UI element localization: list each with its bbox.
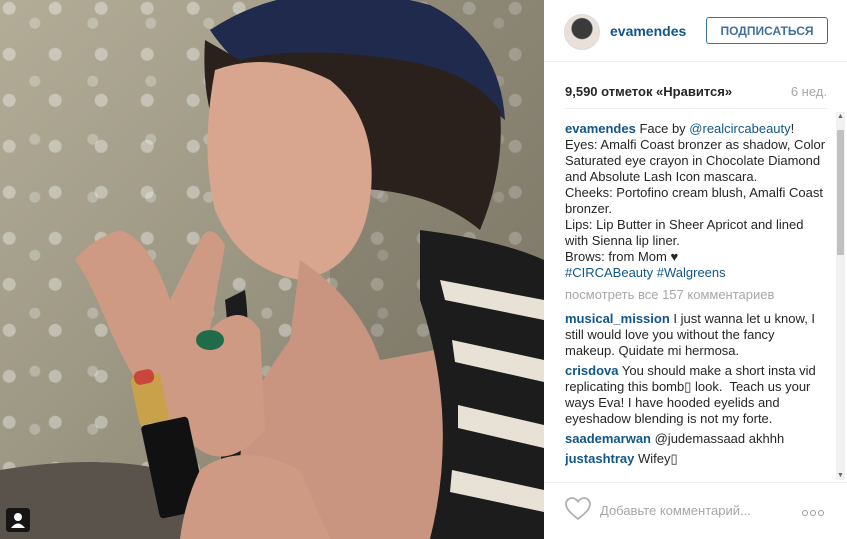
caption-body: ! Eyes: Amalfi Coast bronzer as shadow, … bbox=[565, 121, 826, 264]
likes-count[interactable]: 9,590 отметок «Нравится» bbox=[565, 84, 732, 99]
comments-scrollbar[interactable]: ▲ ▼ bbox=[836, 112, 845, 480]
user-tag-icon[interactable] bbox=[6, 508, 30, 532]
caption: evamendes Face by @realcircabeauty! Eyes… bbox=[565, 121, 827, 281]
post-header: evamendes ПОДПИСАТЬСЯ bbox=[544, 0, 847, 62]
comment-username[interactable]: saademarwan bbox=[565, 431, 651, 446]
heart-icon[interactable] bbox=[565, 497, 591, 521]
view-all-comments-link[interactable]: посмотреть все 157 комментариев bbox=[565, 287, 827, 303]
caption-username[interactable]: evamendes bbox=[565, 121, 636, 136]
follow-button[interactable]: ПОДПИСАТЬСЯ bbox=[706, 17, 828, 44]
avatar[interactable] bbox=[564, 14, 600, 50]
comment-text: @judemassaad akhhh bbox=[651, 431, 785, 446]
comment-username[interactable]: crisdova bbox=[565, 363, 618, 378]
scroll-down-arrow-icon[interactable]: ▼ bbox=[836, 471, 845, 480]
caption-hashtags[interactable]: #CIRCABeauty #Walgreens bbox=[565, 265, 726, 280]
caption-lead: Face by bbox=[635, 121, 690, 136]
caption-mention[interactable]: @realcircabeauty bbox=[689, 121, 790, 136]
more-options-icon[interactable] bbox=[802, 503, 828, 516]
scrollbar-thumb[interactable] bbox=[837, 130, 844, 255]
comment-item: saademarwan @judemassaad akhhh bbox=[565, 431, 827, 447]
comment-item: justashtray Wifey▯ bbox=[565, 451, 827, 467]
photo-illustration bbox=[0, 0, 544, 539]
scroll-up-arrow-icon[interactable]: ▲ bbox=[836, 112, 845, 121]
comments-list[interactable]: evamendes Face by @realcircabeauty! Eyes… bbox=[565, 108, 827, 480]
likes-row: 9,590 отметок «Нравится» 6 нед. bbox=[565, 84, 827, 99]
post-sidebar: evamendes ПОДПИСАТЬСЯ 9,590 отметок «Нра… bbox=[544, 0, 847, 539]
comment-text: Wifey▯ bbox=[634, 451, 678, 466]
comment-item: musical_mission I just wanna let u know,… bbox=[565, 311, 827, 359]
post-photo[interactable] bbox=[0, 0, 544, 539]
comment-username[interactable]: musical_mission bbox=[565, 311, 670, 326]
comment-username[interactable]: justashtray bbox=[565, 451, 634, 466]
comment-input[interactable] bbox=[600, 500, 800, 520]
comment-footer bbox=[544, 482, 847, 539]
comment-item: crisdova You should make a short insta v… bbox=[565, 363, 827, 427]
username-link[interactable]: evamendes bbox=[610, 23, 686, 39]
post-age[interactable]: 6 нед. bbox=[791, 84, 827, 99]
